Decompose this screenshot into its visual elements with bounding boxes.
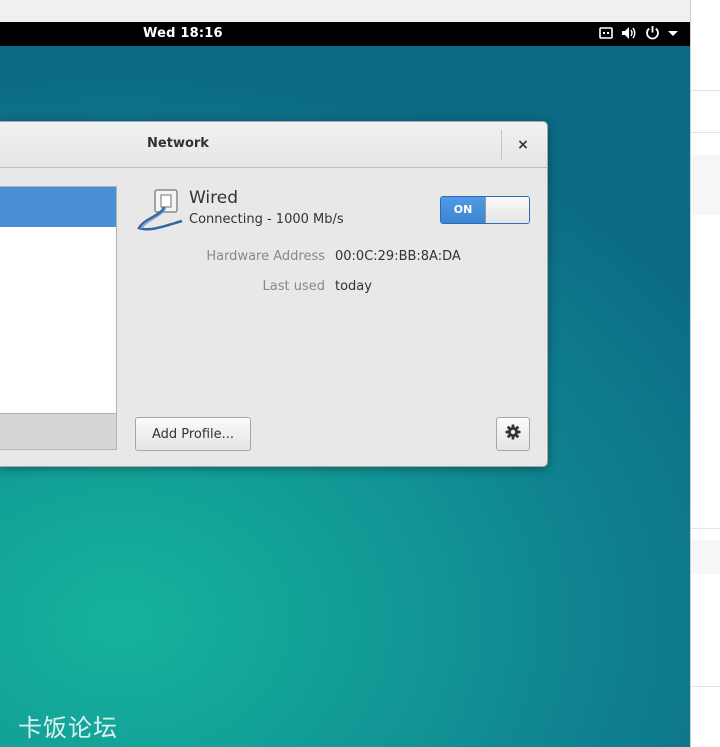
device-list-toolbar: [0, 413, 116, 449]
wired-toggle-switch[interactable]: ON: [440, 196, 530, 224]
wired-network-icon: [135, 188, 185, 234]
last-used-label: Last used: [262, 279, 325, 294]
settings-button[interactable]: [496, 417, 530, 451]
dialog-titlebar[interactable]: Network ×: [0, 122, 547, 168]
close-button[interactable]: ×: [513, 135, 533, 155]
network-icon[interactable]: [599, 26, 613, 40]
host-window-titlebar: [0, 0, 690, 23]
top-bar: Wed 18:16: [0, 22, 690, 46]
device-name: Wired: [189, 188, 239, 208]
add-profile-button[interactable]: Add Profile...: [135, 417, 251, 451]
device-status: Connecting - 1000 Mb/s: [189, 212, 344, 227]
switch-knob[interactable]: [485, 197, 529, 223]
gear-icon: [505, 424, 521, 444]
hardware-address-label: Hardware Address: [206, 249, 325, 264]
power-icon[interactable]: [645, 25, 660, 40]
dialog-title: Network: [147, 136, 209, 151]
dropdown-arrow-icon[interactable]: [668, 28, 678, 38]
vm-desktop: Wed 18:16 Network × Wired Connecting - 1…: [0, 22, 690, 747]
host-window-side: [690, 0, 720, 747]
watermark: 卡饭论坛: [18, 714, 118, 742]
clock[interactable]: Wed 18:16: [143, 26, 223, 41]
volume-icon[interactable]: [621, 26, 637, 40]
last-used-value: today: [335, 279, 372, 294]
titlebar-separator: [501, 130, 502, 159]
device-list[interactable]: [0, 186, 117, 450]
hardware-address-value: 00:0C:29:BB:8A:DA: [335, 249, 461, 264]
device-list-item-selected[interactable]: [0, 187, 116, 227]
switch-on-label: ON: [441, 197, 485, 223]
system-tray[interactable]: [599, 25, 678, 40]
network-dialog: Network × Wired Connecting - 1000 Mb/s O…: [0, 121, 548, 467]
